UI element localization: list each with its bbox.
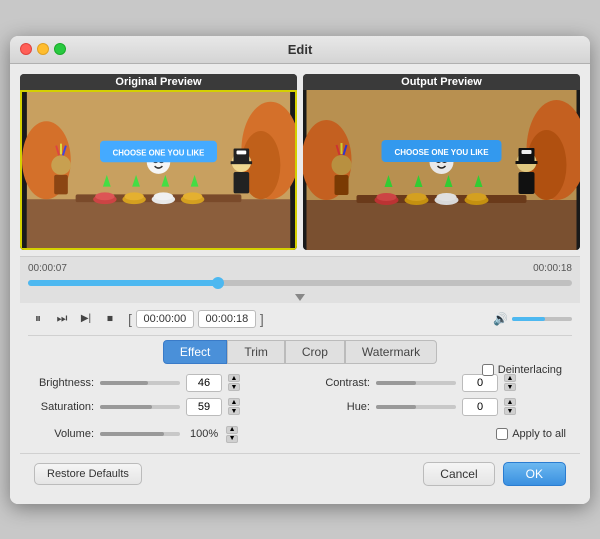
apply-to-all-label: Apply to all: [512, 428, 566, 440]
saturation-row: Saturation: ▲ ▼: [34, 398, 290, 416]
close-button[interactable]: [20, 43, 32, 55]
start-time-label: 00:00:07: [28, 263, 67, 274]
saturation-down[interactable]: ▼: [228, 407, 240, 415]
restore-defaults-button[interactable]: Restore Defaults: [34, 463, 142, 485]
hue-slider[interactable]: [376, 405, 456, 409]
tab-crop[interactable]: Crop: [285, 340, 345, 364]
volume-up[interactable]: ▲: [226, 426, 238, 434]
deinterlacing-label: Deinterlacing: [498, 364, 562, 376]
next-frame-button[interactable]: ⏭: [52, 309, 72, 329]
output-preview-label: Output Preview: [303, 74, 580, 90]
end-time-label: 00:00:18: [533, 263, 572, 274]
contrast-down[interactable]: ▼: [504, 383, 516, 391]
saturation-fill: [100, 405, 152, 409]
hue-row: Hue: ▲ ▼: [310, 398, 566, 416]
contrast-spinner: ▲ ▼: [504, 374, 516, 391]
volume-slider-fill: [100, 432, 164, 436]
minimize-button[interactable]: [37, 43, 49, 55]
time-labels: 00:00:07 00:00:18: [28, 263, 572, 274]
saturation-up[interactable]: ▲: [228, 398, 240, 406]
contrast-row: Contrast: ▲ ▼: [310, 374, 566, 392]
volume-area: 🔊: [493, 312, 572, 326]
volume-label: Volume:: [34, 428, 94, 440]
saturation-input[interactable]: [186, 398, 222, 416]
hue-label: Hue:: [310, 401, 370, 413]
volume-slider[interactable]: [100, 432, 180, 436]
hue-spinner: ▲ ▼: [504, 398, 516, 415]
contrast-slider[interactable]: [376, 381, 456, 385]
apply-to-all-row: Apply to all: [496, 428, 566, 440]
brightness-row: Brightness: ▲ ▼: [34, 374, 290, 392]
ok-button[interactable]: OK: [503, 462, 566, 486]
hue-fill: [376, 405, 416, 409]
timeline-track[interactable]: [28, 276, 572, 290]
timeline-progress: [28, 280, 218, 286]
brightness-input[interactable]: [186, 374, 222, 392]
saturation-label: Saturation:: [34, 401, 94, 413]
tab-effect[interactable]: Effect: [163, 340, 227, 364]
original-preview-panel: Original Preview: [20, 74, 297, 250]
timeline-arrow-down: [295, 294, 305, 301]
maximize-button[interactable]: [54, 43, 66, 55]
settings-grid: Brightness: ▲ ▼ Contrast:: [34, 374, 566, 416]
pause-button[interactable]: ⏸: [28, 309, 48, 329]
brightness-label: Brightness:: [34, 377, 94, 389]
brightness-spinner: ▲ ▼: [228, 374, 240, 391]
bracket-close: ]: [260, 311, 264, 327]
brightness-down[interactable]: ▼: [228, 383, 240, 391]
volume-fill: [512, 317, 545, 321]
transport-buttons: ⏸ ⏭ ▶| ⏹: [28, 309, 120, 329]
cancel-button[interactable]: Cancel: [423, 462, 494, 486]
brightness-slider[interactable]: [100, 381, 180, 385]
bracket-open: [: [128, 311, 132, 327]
original-preview-content: CHOOSE ONE YOU LIKE: [20, 90, 297, 250]
timeline-area: 00:00:07 00:00:18: [20, 256, 580, 303]
volume-icon: 🔊: [493, 312, 508, 326]
volume-row: Volume: 100% ▲ ▼ Apply to all: [34, 426, 566, 443]
deinterlacing-row: Deinterlacing: [482, 364, 562, 376]
volume-bar[interactable]: [512, 317, 572, 321]
volume-setting: Volume: 100% ▲ ▼: [34, 426, 238, 443]
saturation-slider[interactable]: [100, 405, 180, 409]
preview-row: Original Preview: [20, 74, 580, 250]
apply-to-all-checkbox[interactable]: [496, 428, 508, 440]
svg-text:CHOOSE ONE YOU LIKE: CHOOSE ONE YOU LIKE: [113, 148, 205, 157]
controls-row: ⏸ ⏭ ▶| ⏹ [ ] 🔊: [20, 303, 580, 335]
titlebar: Edit: [10, 36, 590, 64]
brightness-up[interactable]: ▲: [228, 374, 240, 382]
edit-window: Edit Original Preview: [10, 36, 590, 504]
main-content: Original Preview: [10, 64, 590, 504]
skip-button[interactable]: ▶|: [76, 309, 96, 329]
range-end-input[interactable]: [198, 310, 256, 328]
hue-up[interactable]: ▲: [504, 398, 516, 406]
timeline-handle[interactable]: [212, 277, 224, 289]
saturation-spinner: ▲ ▼: [228, 398, 240, 415]
settings-area: Brightness: ▲ ▼ Contrast:: [20, 364, 580, 453]
brightness-fill: [100, 381, 148, 385]
range-start-input[interactable]: [136, 310, 194, 328]
tab-trim[interactable]: Trim: [227, 340, 285, 364]
deinterlacing-checkbox[interactable]: [482, 364, 494, 376]
traffic-lights: [20, 43, 66, 55]
tab-watermark[interactable]: Watermark: [345, 340, 437, 364]
time-range: [ ]: [128, 310, 264, 328]
contrast-label: Contrast:: [310, 377, 370, 389]
original-preview-label: Original Preview: [20, 74, 297, 90]
volume-down[interactable]: ▼: [226, 435, 238, 443]
contrast-fill: [376, 381, 416, 385]
hue-down[interactable]: ▼: [504, 407, 516, 415]
stop-button[interactable]: ⏹: [100, 309, 120, 329]
volume-value: 100%: [190, 428, 218, 440]
output-preview-panel: Output Preview: [303, 74, 580, 250]
contrast-input[interactable]: [462, 374, 498, 392]
volume-spinner: ▲ ▼: [226, 426, 238, 443]
window-title: Edit: [288, 42, 313, 57]
footer: Restore Defaults Cancel OK: [20, 453, 580, 494]
tabs-row: Effect Trim Crop Watermark: [20, 336, 580, 364]
output-preview-content: CHOOSE ONE YOU LIKE: [303, 90, 580, 250]
hue-input[interactable]: [462, 398, 498, 416]
footer-right: Cancel OK: [423, 462, 566, 486]
svg-text:CHOOSE ONE YOU LIKE: CHOOSE ONE YOU LIKE: [394, 148, 489, 157]
